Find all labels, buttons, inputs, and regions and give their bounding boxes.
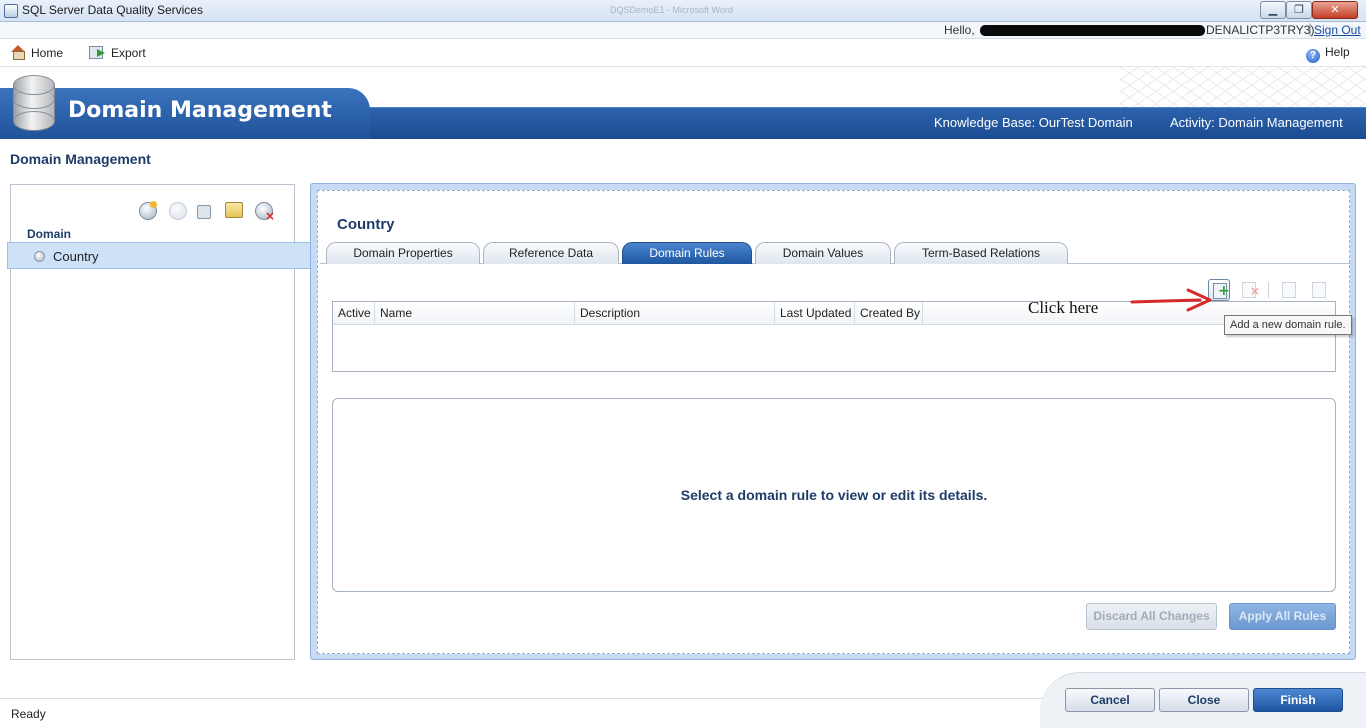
toolbar-divider (1268, 282, 1269, 298)
cancel-button[interactable]: Cancel (1065, 688, 1155, 712)
domain-detail-content: Country Domain Properties Reference Data… (317, 190, 1352, 654)
home-label: Home (31, 46, 64, 60)
tab-domain-properties[interactable]: Domain Properties (326, 242, 480, 264)
column-header-created-by[interactable]: Created By (855, 302, 923, 325)
click-here-annotation: Click here (1028, 298, 1099, 317)
activity-banner: Domain Management Knowledge Base: OurTes… (0, 67, 1366, 139)
banner-title: Domain Management (68, 98, 332, 123)
maximize-button[interactable]: ❐ (1286, 1, 1312, 19)
finish-button[interactable]: Finish (1253, 688, 1343, 712)
help-menu-item[interactable]: ? Help (1306, 45, 1350, 63)
tab-reference-data[interactable]: Reference Data (483, 242, 619, 264)
domain-column-label: Domain (27, 227, 72, 241)
close-button[interactable]: Close (1159, 688, 1249, 712)
domain-item-country[interactable]: Country (7, 242, 313, 269)
rule-detail-area: Select a domain rule to view or edit its… (332, 398, 1336, 592)
tab-domain-rules[interactable]: Domain Rules (622, 242, 752, 264)
annotation-arrow-icon (1130, 288, 1212, 312)
database-icon (13, 75, 55, 131)
add-rule-tooltip: Add a new domain rule. (1224, 315, 1352, 335)
username-suffix: DENALICTP3TRY3) (1206, 23, 1315, 37)
tab-domain-values[interactable]: Domain Values (755, 242, 891, 264)
move-rule-up-button[interactable] (1278, 279, 1300, 301)
redacted-username (980, 25, 1205, 36)
page-title: Domain Management (10, 151, 151, 167)
knowledge-base-label: Knowledge Base: OurTest Domain (934, 115, 1133, 130)
hello-text: Hello, (944, 23, 975, 37)
home-menu-item[interactable]: Home (10, 45, 63, 60)
column-header-last-updated[interactable]: Last Updated (775, 302, 855, 325)
app-icon (4, 4, 18, 18)
column-header-active[interactable]: Active (333, 302, 375, 325)
create-domain-icon[interactable] (139, 201, 157, 220)
column-header-name[interactable]: Name (375, 302, 575, 325)
domain-icon (34, 251, 45, 262)
status-text: Ready (11, 707, 46, 721)
move-rule-down-button[interactable] (1308, 279, 1330, 301)
rule-detail-placeholder: Select a domain rule to view or edit its… (680, 487, 988, 503)
user-bar: Hello, DENALICTP3TRY3) | Sign Out (0, 22, 1366, 39)
delete-domain-icon[interactable] (255, 202, 275, 223)
background-window-title: DQSDemoE1 - Microsoft Word (610, 5, 733, 15)
domain-tabs: Domain Properties Reference Data Domain … (320, 242, 1350, 264)
activity-label: Activity: Domain Management (1170, 115, 1343, 130)
export-menu-item[interactable]: Export (89, 45, 146, 60)
export-label: Export (111, 46, 146, 60)
domain-item-label: Country (53, 249, 99, 264)
duplicate-domain-icon[interactable] (197, 205, 211, 219)
create-composite-domain-icon[interactable] (169, 202, 187, 220)
tab-term-based-relations[interactable]: Term-Based Relations (894, 242, 1068, 264)
window-title: SQL Server Data Quality Services (22, 3, 203, 17)
discard-all-changes-button[interactable]: Discard All Changes (1086, 603, 1217, 630)
domain-list-panel: Domain Country (7, 184, 313, 660)
minimize-button[interactable]: ▁ (1260, 1, 1286, 19)
userbar-separator: | (1308, 22, 1313, 36)
rules-toolbar (1206, 279, 1346, 303)
sign-out-link[interactable]: Sign Out (1314, 23, 1361, 37)
column-header-description[interactable]: Description (575, 302, 775, 325)
selected-domain-title: Country (337, 216, 395, 233)
menu-bar: Home Export ? Help (0, 39, 1366, 67)
window-title-bar: SQL Server Data Quality Services DQSDemo… (0, 0, 1366, 22)
delete-domain-rule-button[interactable] (1238, 279, 1260, 301)
help-icon: ? (1306, 49, 1320, 63)
export-icon (89, 45, 106, 59)
apply-all-rules-button[interactable]: Apply All Rules (1229, 603, 1336, 630)
domain-detail-panel: Country Domain Properties Reference Data… (310, 183, 1356, 660)
close-window-button[interactable]: ✕ (1312, 1, 1358, 19)
home-icon (10, 45, 26, 60)
import-domain-icon[interactable] (225, 202, 243, 218)
help-label: Help (1325, 45, 1350, 59)
